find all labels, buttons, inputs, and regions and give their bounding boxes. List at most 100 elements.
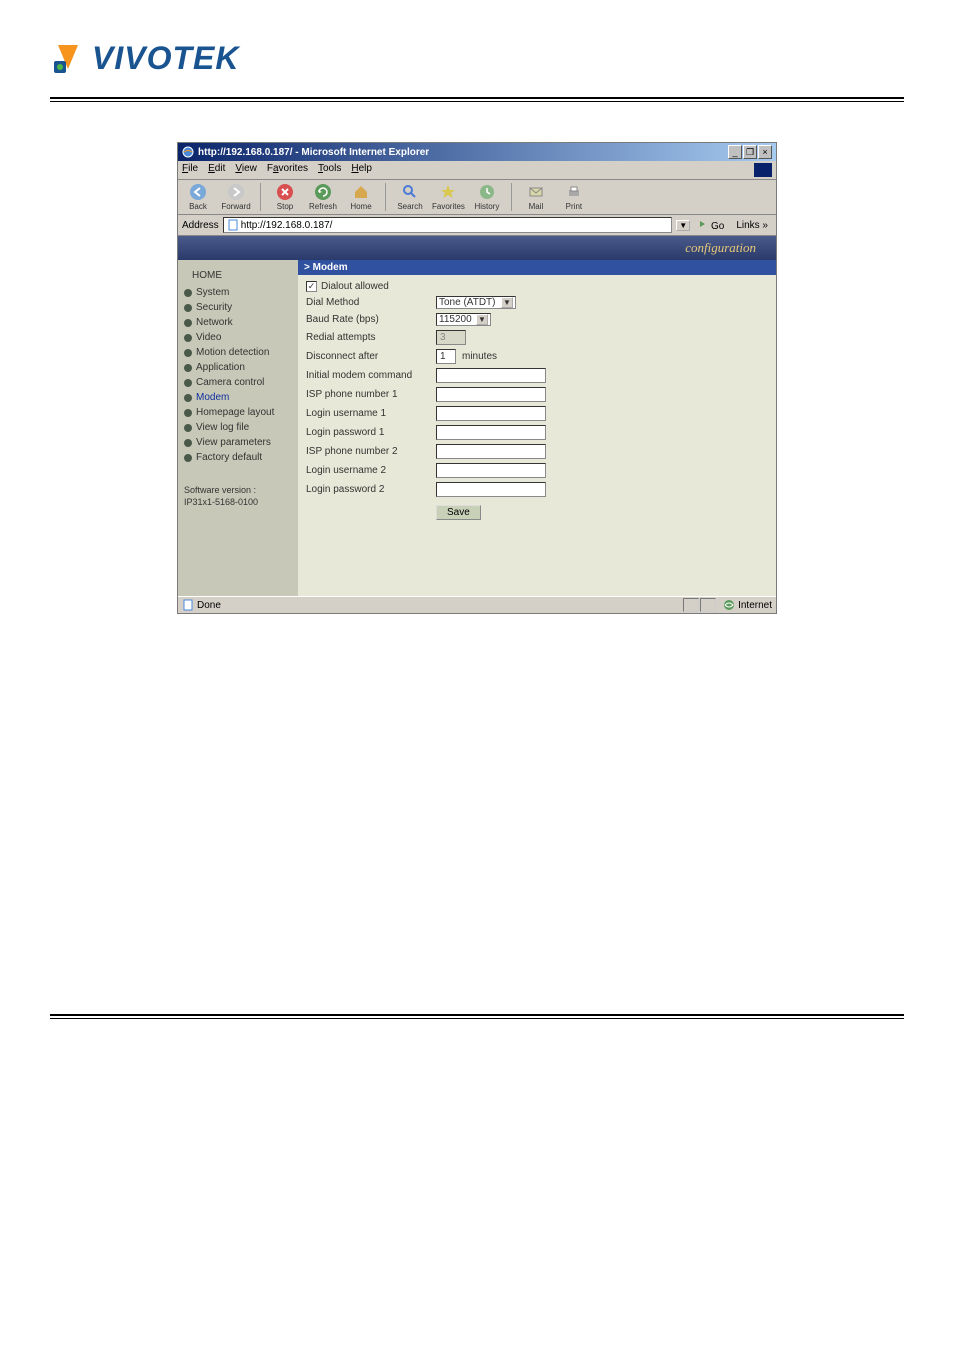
pass2-label: Login password 2: [306, 484, 436, 495]
favorites-icon: [439, 183, 457, 201]
home-icon: [352, 183, 370, 201]
forward-button[interactable]: Forward: [220, 183, 252, 211]
toolbar-separator: [385, 183, 386, 211]
sidebar-item-view-parameters[interactable]: View parameters: [184, 435, 292, 450]
sidebar-item-security[interactable]: Security: [184, 300, 292, 315]
logo-icon: [50, 41, 86, 77]
zone-text: Internet: [738, 600, 772, 611]
init-cmd-input[interactable]: [436, 368, 546, 383]
refresh-button[interactable]: Refresh: [307, 183, 339, 211]
toolbar-separator: [260, 183, 261, 211]
internet-zone-icon: [723, 599, 735, 611]
toolbar-separator: [511, 183, 512, 211]
mail-icon: [527, 183, 545, 201]
mail-button[interactable]: Mail: [520, 183, 552, 211]
home-button[interactable]: Home: [345, 183, 377, 211]
stop-button[interactable]: Stop: [269, 183, 301, 211]
sidebar: HOME System Security Network Video Motio…: [178, 260, 298, 596]
user1-label: Login username 1: [306, 408, 436, 419]
dial-method-select[interactable]: Tone (ATDT)▼: [436, 296, 516, 309]
menu-view[interactable]: View: [235, 163, 257, 177]
sidebar-item-video[interactable]: Video: [184, 330, 292, 345]
forward-icon: [227, 183, 245, 201]
favorites-button[interactable]: Favorites: [432, 183, 465, 211]
panel-header: > Modem: [298, 260, 776, 275]
dialout-checkbox[interactable]: ✓: [306, 281, 317, 292]
isp2-input[interactable]: [436, 444, 546, 459]
sidebar-item-view-log[interactable]: View log file: [184, 420, 292, 435]
sidebar-item-camera-control[interactable]: Camera control: [184, 375, 292, 390]
dial-method-label: Dial Method: [306, 297, 436, 308]
sidebar-item-homepage-layout[interactable]: Homepage layout: [184, 405, 292, 420]
menu-tools[interactable]: Tools: [318, 163, 341, 177]
menu-favorites[interactable]: Favorites: [267, 163, 308, 177]
baud-label: Baud Rate (bps): [306, 314, 436, 325]
init-cmd-label: Initial modem command: [306, 370, 436, 381]
sidebar-item-system[interactable]: System: [184, 285, 292, 300]
menu-bar: File Edit View Favorites Tools Help: [178, 161, 776, 180]
pass1-input[interactable]: [436, 425, 546, 440]
title-bar: http://192.168.0.187/ - Microsoft Intern…: [178, 143, 776, 161]
modem-panel: > Modem ✓ Dialout allowed Dial Method To…: [298, 260, 776, 596]
disconnect-label: Disconnect after: [306, 351, 436, 362]
status-bar: Done Internet: [178, 596, 776, 613]
print-button[interactable]: Print: [558, 183, 590, 211]
maximize-button[interactable]: ❐: [743, 145, 757, 159]
go-icon: [698, 219, 708, 229]
baud-select[interactable]: 115200▼: [436, 313, 491, 326]
disconnect-input[interactable]: 1: [436, 349, 456, 364]
stop-icon: [276, 183, 294, 201]
links-button[interactable]: Links »: [732, 220, 772, 231]
disconnect-unit: minutes: [462, 351, 497, 362]
user2-input[interactable]: [436, 463, 546, 478]
bullet-icon: [184, 454, 192, 462]
bullet-icon: [184, 394, 192, 402]
chevron-down-icon: ▼: [476, 314, 488, 325]
bullet-icon: [184, 349, 192, 357]
sidebar-item-factory-default[interactable]: Factory default: [184, 450, 292, 465]
ie-icon: [182, 146, 194, 158]
bullet-icon: [184, 334, 192, 342]
browser-window: http://192.168.0.187/ - Microsoft Intern…: [177, 142, 777, 614]
save-button[interactable]: Save: [436, 505, 481, 520]
refresh-icon: [314, 183, 332, 201]
address-dropdown[interactable]: ▼: [676, 220, 690, 231]
sidebar-item-motion-detection[interactable]: Motion detection: [184, 345, 292, 360]
page-icon: [227, 219, 239, 231]
history-icon: [478, 183, 496, 201]
address-bar: Address http://192.168.0.187/ ▼ Go Links…: [178, 215, 776, 236]
back-button[interactable]: Back: [182, 183, 214, 211]
redial-input[interactable]: 3: [436, 330, 466, 345]
minimize-button[interactable]: _: [728, 145, 742, 159]
bullet-icon: [184, 379, 192, 387]
sidebar-item-network[interactable]: Network: [184, 315, 292, 330]
nav-home[interactable]: HOME: [184, 268, 292, 285]
chevron-down-icon: ▼: [501, 297, 513, 308]
pass2-input[interactable]: [436, 482, 546, 497]
status-panel: [700, 598, 716, 612]
menu-help[interactable]: Help: [351, 163, 372, 177]
content-area: configuration HOME System Security Netwo…: [178, 236, 776, 596]
user1-input[interactable]: [436, 406, 546, 421]
menu-edit[interactable]: Edit: [208, 163, 225, 177]
sidebar-item-modem[interactable]: Modem: [184, 390, 292, 405]
isp1-input[interactable]: [436, 387, 546, 402]
menu-file[interactable]: File: [182, 163, 198, 177]
print-icon: [565, 183, 583, 201]
address-input[interactable]: http://192.168.0.187/: [223, 217, 673, 233]
status-panel: [683, 598, 699, 612]
bullet-icon: [184, 289, 192, 297]
search-button[interactable]: Search: [394, 183, 426, 211]
bullet-icon: [184, 409, 192, 417]
sidebar-item-application[interactable]: Application: [184, 360, 292, 375]
go-button[interactable]: Go: [694, 219, 728, 232]
done-icon: [182, 599, 194, 611]
bullet-icon: [184, 439, 192, 447]
logo-text: VIVOTEK: [92, 40, 239, 77]
isp1-label: ISP phone number 1: [306, 389, 436, 400]
bullet-icon: [184, 319, 192, 327]
history-button[interactable]: History: [471, 183, 503, 211]
dialout-label: Dialout allowed: [321, 281, 389, 292]
close-button[interactable]: ×: [758, 145, 772, 159]
bullet-icon: [184, 424, 192, 432]
